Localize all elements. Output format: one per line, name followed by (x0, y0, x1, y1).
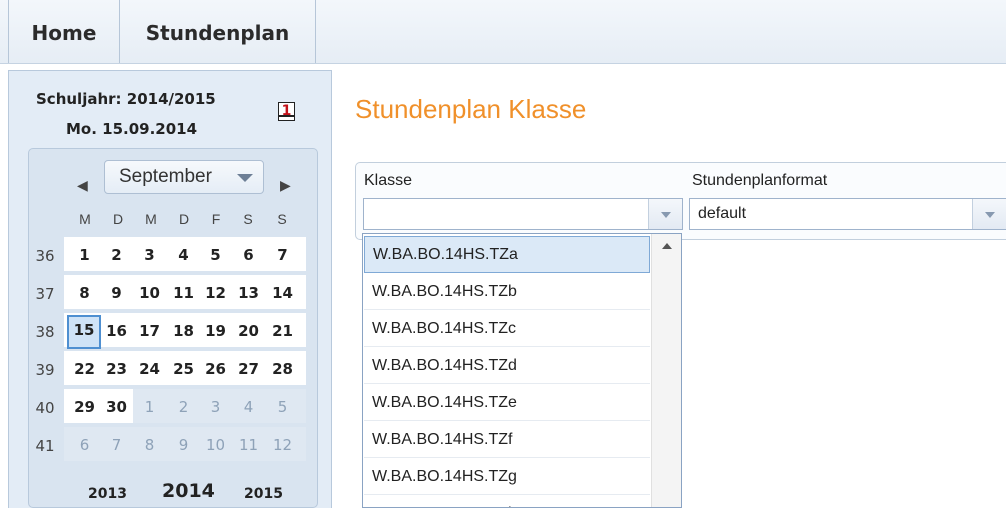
calendar-day[interactable]: 23 (102, 354, 131, 384)
dropdown-option[interactable]: W.BA.BO.14HS.TZd (364, 347, 650, 384)
calendar-day[interactable]: 6 (234, 240, 263, 270)
stundenplanformat-combobox[interactable]: default (689, 198, 1006, 230)
top-navigation: Home Stundenplan (0, 0, 1006, 64)
calendar-day-other-month[interactable]: 7 (102, 430, 131, 460)
calendar-day[interactable]: 5 (201, 240, 230, 270)
next-month-icon[interactable]: ▶ (280, 177, 291, 194)
weekday-header: D (178, 211, 190, 227)
calendar-day[interactable]: 9 (102, 278, 131, 308)
calendar-day-other-month[interactable]: 8 (135, 430, 164, 460)
chevron-down-icon (237, 174, 253, 182)
dropdown-option[interactable]: W.BA.BO.14HS.TZb (364, 273, 650, 310)
weekday-header: M (145, 211, 157, 227)
klasse-dropdown-button[interactable] (648, 199, 682, 229)
nav-tab-home[interactable]: Home (8, 0, 120, 63)
calendar-day[interactable]: 25 (169, 354, 198, 384)
dropdown-option[interactable]: W.BA.BO.14HS.TZh (364, 495, 650, 507)
calendar-day[interactable]: 1 (70, 240, 99, 270)
calendar-day[interactable]: 19 (201, 316, 230, 346)
calendar-day[interactable]: 30 (102, 392, 131, 422)
dropdown-option[interactable]: W.BA.BO.14HS.TZa (364, 236, 650, 273)
calendar-day[interactable]: 10 (135, 278, 164, 308)
stundenplanformat-label: Stundenplanformat (692, 172, 828, 189)
week-number: 41 (35, 437, 55, 455)
calendar-day[interactable]: 13 (234, 278, 263, 308)
calendar-day-other-month[interactable]: 10 (201, 430, 230, 460)
calendar-day-other-month[interactable]: 9 (169, 430, 198, 460)
scroll-up-icon[interactable] (662, 243, 672, 249)
calendar-day[interactable]: 22 (70, 354, 99, 384)
nav-tab-stundenplan[interactable]: Stundenplan (120, 0, 316, 63)
calendar-day[interactable]: 27 (234, 354, 263, 384)
klasse-dropdown-list: W.BA.BO.14HS.TZa W.BA.BO.14HS.TZb W.BA.B… (362, 233, 682, 508)
calendar-day[interactable]: 28 (268, 354, 297, 384)
current-date-label: Mo. 15.09.2014 (66, 120, 198, 138)
dropdown-scrollbar[interactable] (651, 234, 681, 507)
stundenplanformat-dropdown-button[interactable] (972, 199, 1006, 229)
calendar-day[interactable]: 11 (169, 278, 198, 308)
weekday-header: S (277, 211, 287, 227)
calendar-day[interactable]: 3 (135, 240, 164, 270)
calendar-day[interactable]: 24 (135, 354, 164, 384)
week-number: 40 (35, 399, 55, 417)
calendar-day-selected[interactable]: 15 (67, 315, 101, 349)
calendar-day-other-month[interactable]: 4 (234, 392, 263, 422)
dropdown-option[interactable]: W.BA.BO.14HS.TZc (364, 310, 650, 347)
today-calendar-icon[interactable]: 1 (278, 102, 295, 121)
year-current[interactable]: 2014 (162, 480, 215, 502)
calendar-day[interactable]: 18 (169, 316, 198, 346)
weekday-header: D (112, 211, 124, 227)
year-next[interactable]: 2015 (244, 486, 283, 502)
calendar-day[interactable]: 16 (102, 316, 131, 346)
calendar-day[interactable]: 12 (201, 278, 230, 308)
prev-month-icon[interactable]: ◀ (77, 177, 88, 194)
week-number: 36 (35, 247, 55, 265)
calendar-day[interactable]: 17 (135, 316, 164, 346)
school-year-label: Schuljahr: 2014/2015 (36, 90, 216, 108)
calendar-day-other-month[interactable]: 1 (135, 392, 164, 422)
dropdown-option[interactable]: W.BA.BO.14HS.TZg (364, 458, 650, 495)
calendar-day-other-month[interactable]: 3 (201, 392, 230, 422)
year-prev[interactable]: 2013 (88, 486, 127, 502)
calendar-day-other-month[interactable]: 11 (234, 430, 263, 460)
calendar-day[interactable]: 14 (268, 278, 297, 308)
month-select[interactable]: September (104, 160, 264, 194)
calendar-day[interactable]: 4 (169, 240, 198, 270)
calendar-day-other-month[interactable]: 12 (268, 430, 297, 460)
klasse-combobox[interactable] (363, 198, 683, 230)
weekday-header: S (243, 211, 253, 227)
klasse-label: Klasse (364, 172, 413, 189)
week-number: 38 (35, 323, 55, 341)
calendar-day-other-month[interactable]: 2 (169, 392, 198, 422)
calendar-day[interactable]: 20 (234, 316, 263, 346)
weekday-header: F (211, 211, 221, 227)
calendar-day[interactable]: 21 (268, 316, 297, 346)
week-number: 39 (35, 361, 55, 379)
week-number: 37 (35, 285, 55, 303)
month-select-value: September (119, 166, 212, 187)
dropdown-option[interactable]: W.BA.BO.14HS.TZf (364, 421, 650, 458)
stundenplanformat-value: default (698, 205, 747, 222)
weekday-header: M (79, 211, 91, 227)
calendar-day-other-month[interactable]: 5 (268, 392, 297, 422)
calendar-day[interactable]: 7 (268, 240, 297, 270)
calendar-day[interactable]: 26 (201, 354, 230, 384)
dropdown-option[interactable]: W.BA.BO.14HS.TZe (364, 384, 650, 421)
calendar-day[interactable]: 2 (102, 240, 131, 270)
page-title: Stundenplan Klasse (355, 94, 587, 124)
calendar-day[interactable]: 8 (70, 278, 99, 308)
calendar-day-other-month[interactable]: 6 (70, 430, 99, 460)
calendar-day[interactable]: 29 (70, 392, 99, 422)
